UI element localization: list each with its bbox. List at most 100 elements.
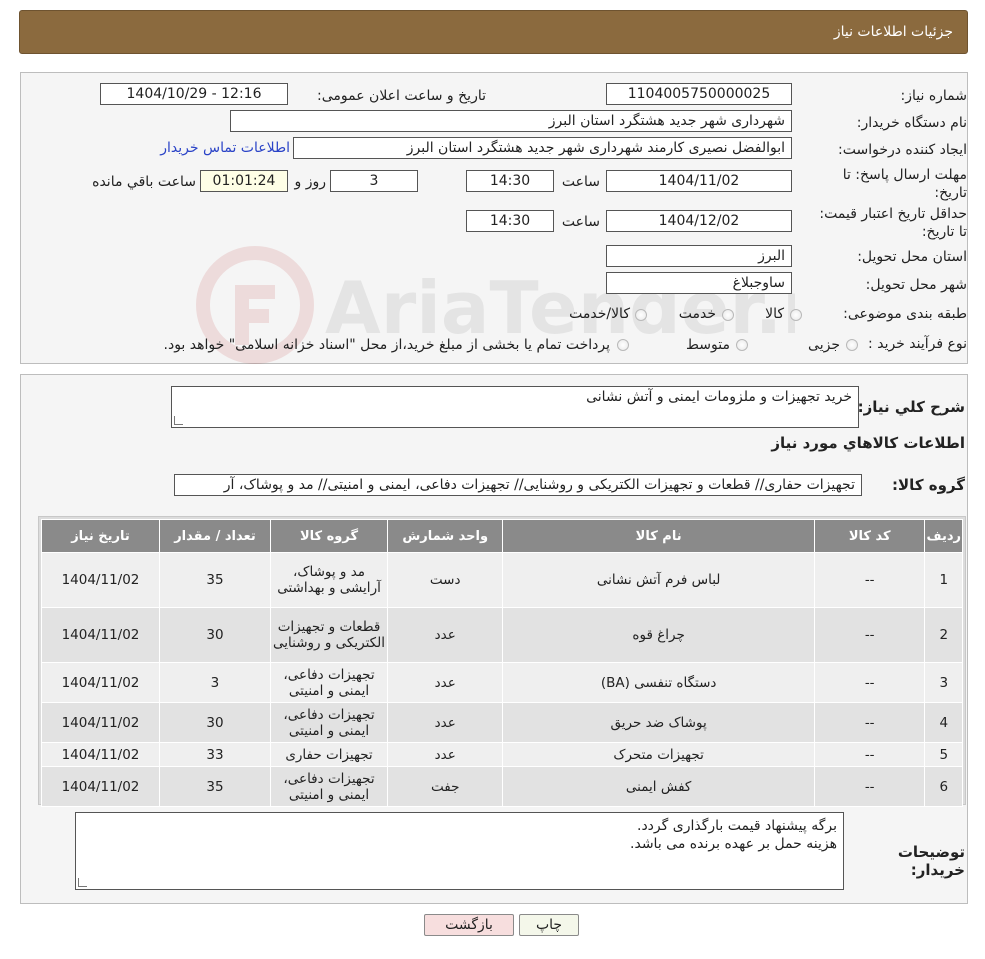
back-button[interactable]: بازگشت (424, 914, 514, 936)
cell-code: -- (813, 662, 926, 703)
days-label: روز و (294, 174, 327, 190)
buyer-notes-line-1: برگه پیشنهاد قیمت بارگذاری گردد. (637, 818, 837, 834)
cell-date: 1404/11/02 (41, 702, 160, 743)
cell-row-number: 1 (924, 552, 963, 608)
description-field[interactable]: خرید تجهیزات و ملزومات ایمنی و آتش نشانی (171, 386, 859, 428)
cell-group: تجهیزات دفاعی، ایمنی و امنیتی (269, 766, 389, 807)
col-header-unit: واحد شمارش (387, 519, 504, 553)
cell-name: دستگاه تنفسی (BA) (502, 662, 815, 703)
category-service-label: خدمت (678, 306, 716, 322)
cell-quantity: 35 (158, 766, 271, 807)
cell-group: تجهیزات حفاری (269, 742, 389, 767)
cell-quantity: 30 (158, 607, 271, 663)
creator-field: ابوالفضل نصیری کارمند شهرداری شهر جدید ه… (293, 137, 792, 159)
col-header-code: کد کالا (813, 519, 926, 553)
cell-date: 1404/11/02 (41, 552, 160, 608)
cell-quantity: 3 (158, 662, 271, 703)
deadline-label: مهلت ارسال پاسخ: تا تاریخ: (842, 167, 967, 201)
category-goods-radio[interactable] (790, 309, 802, 321)
print-button[interactable]: چاپ (519, 914, 579, 936)
cell-code: -- (813, 702, 926, 743)
cell-date: 1404/11/02 (41, 766, 160, 807)
table-row: 4 -- پوشاک ضد حریق عدد تجهیزات دفاعی، ای… (41, 702, 963, 743)
cell-name: چراغ قوه (502, 607, 815, 663)
announce-field: 1404/10/29 - 12:16 (100, 83, 288, 105)
cell-row-number: 2 (924, 607, 963, 663)
validity-time-label: ساعت (561, 214, 600, 230)
page-header: جزئیات اطلاعات نیاز (19, 10, 968, 54)
process-medium-radio[interactable] (736, 339, 748, 351)
deadline-time-field: 14:30 (466, 170, 554, 192)
table-row: 1 -- لباس فرم آتش نشانی دست مد و پوشاک، … (41, 552, 963, 608)
cell-unit: جفت (387, 766, 504, 807)
col-header-date: تاریخ نیاز (41, 519, 160, 553)
cell-quantity: 30 (158, 702, 271, 743)
table-row: 3 -- دستگاه تنفسی (BA) عدد تجهیزات دفاعی… (41, 662, 963, 703)
buyer-contact-link[interactable]: اطلاعات تماس خریدار (150, 140, 290, 156)
table-row: 2 -- چراغ قوه عدد قطعات و تجهیزات الکتری… (41, 607, 963, 663)
cell-date: 1404/11/02 (41, 607, 160, 663)
validity-label: حداقل تاریخ اعتبار قیمت: تا تاریخ: (819, 206, 967, 240)
goods-group-field: تجهیزات حفاری// قطعات و تجهیزات الکتریکی… (174, 474, 862, 496)
cell-name: کفش ایمنی (502, 766, 815, 807)
goods-group-label: گروه کالا: (892, 476, 965, 494)
cell-code: -- (813, 552, 926, 608)
validity-date-field: 1404/12/02 (606, 210, 792, 232)
cell-unit: عدد (387, 742, 504, 767)
cell-code: -- (813, 607, 926, 663)
category-goods-label: کالا (765, 306, 784, 322)
cell-unit: دست (387, 552, 504, 608)
cell-name: پوشاک ضد حریق (502, 702, 815, 743)
cell-group: قطعات و تجهیزات الکتریکی و روشنایی (269, 607, 389, 663)
creator-label: ایجاد کننده درخواست: (838, 142, 967, 158)
buyer-notes-field[interactable]: برگه پیشنهاد قیمت بارگذاری گردد. هزینه ح… (75, 812, 844, 890)
description-text: خرید تجهیزات و ملزومات ایمنی و آتش نشانی (586, 389, 852, 405)
cell-date: 1404/11/02 (41, 742, 160, 767)
validity-time-field: 14:30 (466, 210, 554, 232)
cell-code: -- (813, 742, 926, 767)
process-minor-radio[interactable] (846, 339, 858, 351)
cell-code: -- (813, 766, 926, 807)
col-header-group: گروه کالا (269, 519, 389, 553)
buyer-notes-line-2: هزینه حمل بر عهده برنده می باشد. (630, 836, 837, 852)
col-header-name: نام کالا (502, 519, 815, 553)
process-treasury-radio[interactable] (617, 339, 629, 351)
cell-group: مد و پوشاک، آرایشی و بهداشتی (269, 552, 389, 608)
deadline-date-field: 1404/11/02 (606, 170, 792, 192)
city-label: شهر محل تحویل: (865, 277, 967, 293)
cell-date: 1404/11/02 (41, 662, 160, 703)
cell-row-number: 5 (924, 742, 963, 767)
city-field: ساوجبلاغ (606, 272, 792, 294)
cell-row-number: 4 (924, 702, 963, 743)
need-number-field: 1104005750000025 (606, 83, 792, 105)
buyer-notes-label: توضیحات خریدار: (897, 843, 965, 879)
days-field: 3 (330, 170, 418, 192)
col-header-quantity: تعداد / مقدار (158, 519, 271, 553)
cell-unit: عدد (387, 607, 504, 663)
cell-name: لباس فرم آتش نشانی (502, 552, 815, 608)
category-goods-service-radio[interactable] (635, 309, 647, 321)
cell-group: تجهیزات دفاعی، ایمنی و امنیتی (269, 662, 389, 703)
category-label: طبقه بندی موضوعی: (843, 306, 967, 322)
province-label: استان محل تحویل: (857, 249, 967, 265)
resize-handle-icon[interactable] (174, 416, 183, 425)
process-minor-label: جزیی (808, 337, 840, 353)
table-row: 6 -- کفش ایمنی جفت تجهیزات دفاعی، ایمنی … (41, 766, 963, 807)
need-number-label: شماره نیاز: (900, 88, 968, 104)
col-header-row-number: رديف (924, 519, 963, 553)
category-goods-service-label: کالا/خدمت (569, 306, 630, 322)
cell-row-number: 6 (924, 766, 963, 807)
process-treasury-note: پرداخت تمام یا بخشی از مبلغ خرید،از محل … (163, 337, 610, 353)
category-service-radio[interactable] (722, 309, 734, 321)
province-field: البرز (606, 245, 792, 267)
cell-quantity: 35 (158, 552, 271, 608)
goods-heading: اطلاعات کالاهاي مورد نياز (771, 434, 965, 452)
resize-handle-icon[interactable] (78, 878, 87, 887)
cell-quantity: 33 (158, 742, 271, 767)
buyer-label: نام دستگاه خریدار: (856, 115, 967, 131)
page-title: جزئیات اطلاعات نیاز (833, 24, 953, 40)
buyer-field: شهرداری شهر جدید هشتگرد استان البرز (230, 110, 792, 132)
table-row: 5 -- تجهیزات متحرک عدد تجهیزات حفاری 33 … (41, 742, 963, 767)
table-header-row: رديف کد کالا نام کالا واحد شمارش گروه کا… (41, 519, 963, 553)
deadline-time-label: ساعت (561, 174, 600, 190)
